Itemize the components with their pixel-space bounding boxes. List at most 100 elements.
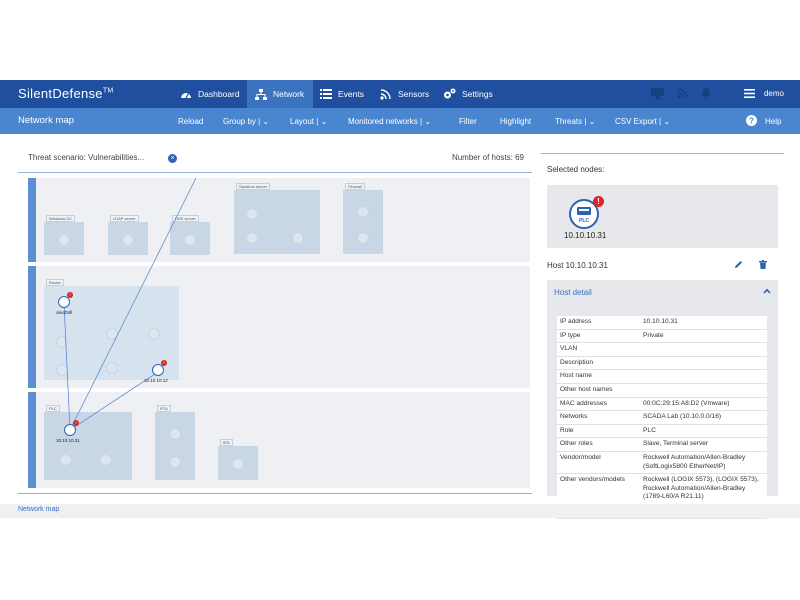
host-label: 10.10.10.12	[144, 378, 168, 383]
filter-button[interactable]: Filter	[459, 117, 477, 126]
footer-breadcrumb[interactable]: Network map	[18, 506, 59, 513]
host-node-selected[interactable]: ! 10.10.10.31	[56, 420, 80, 443]
nav-settings[interactable]: Settings	[443, 80, 503, 108]
host-label: oleoDrill	[56, 310, 73, 315]
brand-logo[interactable]: SilentDefenseTM	[18, 86, 114, 101]
selected-nodes-title: Selected nodes:	[547, 165, 605, 174]
layout-dropdown[interactable]: Layout | ⌄	[290, 117, 327, 126]
detail-key: Other vendors/models	[557, 473, 640, 505]
brand-name: SilentDefense	[18, 86, 103, 101]
plc-icon-text: PLC	[579, 218, 589, 224]
network-map-panel: Threat scenario: Vulnerabilities... × Nu…	[18, 134, 532, 496]
nav-network-label: Network	[273, 89, 305, 99]
detail-row: Other host names	[557, 383, 767, 398]
detail-row: Description	[557, 356, 767, 371]
help-icon[interactable]: ?	[746, 115, 757, 126]
host-detail-section: Host detail IP address 10.10.10.31 IP type…	[547, 280, 778, 519]
detail-value	[640, 356, 767, 371]
signal-icon[interactable]	[677, 88, 688, 99]
detail-key: Other roles	[557, 437, 640, 452]
threat-badge: !	[593, 196, 604, 207]
divider	[18, 493, 532, 494]
detail-value	[640, 369, 767, 384]
detail-row: Host name	[557, 369, 767, 384]
detail-row: Other roles Slave, Terminal server	[557, 437, 767, 452]
detail-row: Other vendors/models Rockwell (LOGIX 5573…	[557, 473, 767, 505]
csv-export-dropdown[interactable]: CSV Export | ⌄	[615, 117, 670, 126]
detail-key: Role	[557, 424, 640, 439]
nav-sensors-label: Sensors	[398, 89, 430, 99]
detail-key: Vendor/model	[557, 451, 640, 475]
selected-node-label: 10.10.10.31	[564, 231, 607, 240]
list-icon	[320, 89, 332, 99]
highlight-button[interactable]: Highlight	[500, 117, 531, 126]
edit-icon[interactable]	[734, 260, 743, 269]
sensors-icon	[380, 88, 391, 100]
nav-settings-label: Settings	[462, 89, 493, 99]
hosts-count: Number of hosts: 69	[451, 153, 524, 162]
page-title: Network map	[18, 115, 74, 126]
threat-scenario-label: Threat scenario: Vulnerabilities...	[28, 153, 145, 162]
host-title: Host 10.10.10.31	[547, 261, 608, 270]
detail-key: VLAN	[557, 342, 640, 357]
connection-line	[63, 303, 71, 431]
detail-row: VLAN	[557, 342, 767, 357]
monitored-networks-dropdown[interactable]: Monitored networks | ⌄	[348, 117, 431, 126]
nav-events[interactable]: Events	[320, 80, 376, 108]
detail-key: IP address	[557, 316, 640, 330]
divider	[18, 172, 532, 173]
connection-line	[69, 177, 197, 431]
detail-value: Rockwell Automation/Allen-Bradley (SoftL…	[640, 451, 767, 475]
nav-events-label: Events	[338, 89, 364, 99]
detail-value: Private	[640, 329, 767, 344]
chevron-up-icon[interactable]	[763, 288, 771, 294]
nav-network[interactable]: Network	[247, 80, 313, 108]
detail-value: 10.10.10.31	[640, 316, 767, 330]
detail-value	[640, 383, 767, 398]
host-label: 10.10.10.31	[56, 438, 80, 443]
trash-icon[interactable]	[759, 260, 767, 269]
detail-value: PLC	[640, 424, 767, 439]
clear-scenario-icon[interactable]: ×	[168, 154, 177, 163]
threat-badge: !	[67, 292, 73, 298]
threat-badge: !	[161, 360, 167, 366]
detail-key: Other host names	[557, 383, 640, 398]
detail-key: Networks	[557, 410, 640, 425]
threats-dropdown[interactable]: Threats | ⌄	[555, 117, 595, 126]
detail-value: Slave, Terminal server	[640, 437, 767, 452]
divider	[541, 153, 784, 154]
detail-row: MAC addresses 00:0C:29:15:A8:D2 (Vmware)	[557, 397, 767, 412]
nav-dashboard[interactable]: Dashboard	[172, 80, 244, 108]
menu-icon[interactable]	[744, 89, 755, 98]
detail-row: Vendor/model Rockwell Automation/Allen-Br…	[557, 451, 767, 475]
host-node[interactable]: ! oleoDrill	[56, 292, 73, 315]
group-by-dropdown[interactable]: Group by | ⌄	[223, 117, 269, 126]
detail-row: Networks SCADA Lab (10.10.0.0/16)	[557, 410, 767, 425]
nav-sensors[interactable]: Sensors	[380, 80, 436, 108]
detail-value: Rockwell (LOGIX 5573), (LOGIX 5573), Roc…	[640, 473, 767, 505]
details-panel: Selected nodes: PLC ! 10.10.10.31 Host 1…	[541, 134, 784, 519]
network-icon	[255, 88, 267, 100]
detail-value: SCADA Lab (10.10.0.0/16)	[640, 410, 767, 425]
detail-value: 00:0C:29:15:A8:D2 (Vmware)	[640, 397, 767, 412]
detail-key: Host name	[557, 369, 640, 384]
user-name[interactable]: demo	[764, 89, 784, 98]
svg-text:?: ?	[749, 116, 754, 125]
gears-icon	[444, 88, 456, 99]
help-link[interactable]: Help	[765, 117, 781, 126]
top-navigation: SilentDefenseTM Dashboard Network Events…	[0, 80, 800, 108]
bell-icon[interactable]	[701, 88, 711, 99]
gauge-icon	[181, 93, 191, 99]
monitor-icon[interactable]	[651, 88, 664, 99]
reload-button[interactable]: Reload	[178, 117, 203, 126]
host-detail-title[interactable]: Host detail	[554, 288, 592, 297]
detail-value	[640, 342, 767, 357]
detail-key: Description	[557, 356, 640, 371]
host-detail-table: IP address 10.10.10.31 IP type Private VLAN D…	[557, 316, 767, 519]
connection-lines	[63, 177, 197, 431]
threat-badge: !	[73, 420, 79, 426]
host-node[interactable]: ! 10.10.10.12	[144, 360, 168, 383]
map-toolbar: Network map Reload Group by | ⌄ Layout |…	[0, 108, 800, 134]
network-map-canvas[interactable]: Windows DC LDAP server DNS server Sandbo…	[28, 176, 530, 488]
detail-key: IP type	[557, 329, 640, 344]
